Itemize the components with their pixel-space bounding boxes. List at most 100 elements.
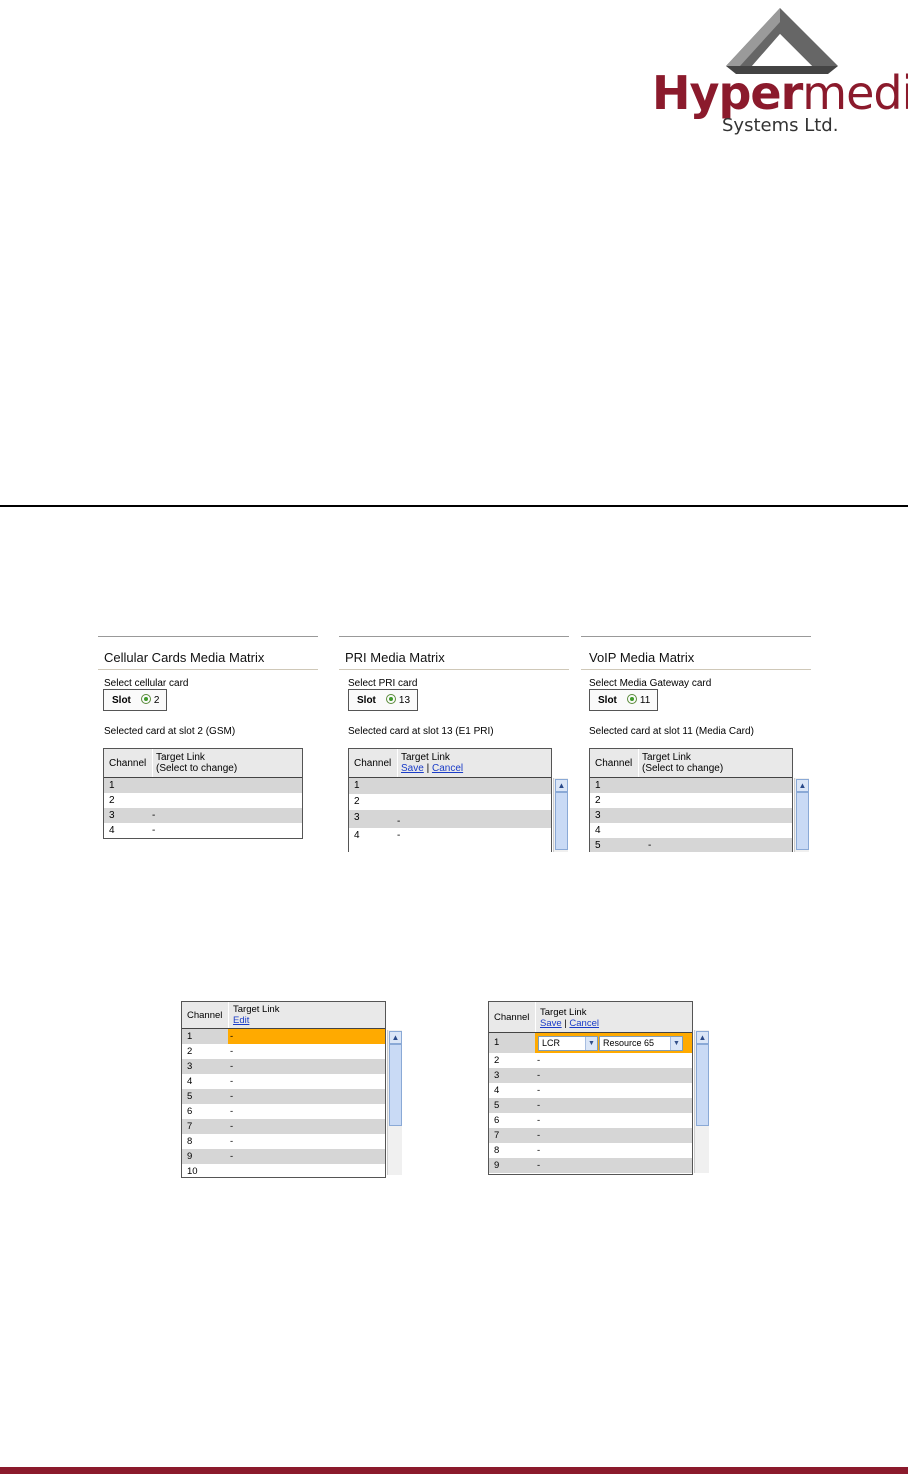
slot-label: Slot [112, 694, 131, 706]
table-header: Channel Target Link (Select to change) [104, 749, 302, 778]
scroll-up-icon[interactable]: ▲ [389, 1031, 402, 1044]
selected-card-text: Selected card at slot 2 (GSM) [104, 726, 236, 737]
table-header: Channel Target Link Edit [182, 1002, 385, 1029]
resource-dropdown[interactable]: Resource 65 ▼ [599, 1036, 683, 1051]
panel-title: PRI Media Matrix [345, 650, 445, 665]
selected-card-text: Selected card at slot 13 (E1 PRI) [348, 726, 494, 737]
radio-icon[interactable] [140, 694, 151, 704]
channel-table: Channel Target Link Save | Cancel 1 2 3- … [348, 748, 552, 852]
table-row[interactable]: 3- [489, 1068, 692, 1083]
col-target: Target Link Edit [233, 1004, 280, 1026]
slot-option[interactable]: 11 [626, 694, 650, 706]
save-link[interactable]: Save [540, 1018, 562, 1029]
scroll-up-icon[interactable]: ▲ [796, 779, 809, 792]
cancel-link[interactable]: Cancel [569, 1018, 599, 1029]
col-target: Target Link (Select to change) [642, 752, 724, 774]
panel-title: VoIP Media Matrix [589, 650, 695, 665]
scrollbar[interactable]: ▲ [387, 1030, 402, 1175]
footer-rule [0, 1467, 908, 1474]
table-header: Channel Target Link Save | Cancel [489, 1002, 692, 1033]
table-row[interactable]: 8- [489, 1143, 692, 1158]
panel-cellular: Cellular Cards Media Matrix Select cellu… [98, 636, 318, 852]
save-link[interactable]: Save [401, 763, 424, 774]
table-row[interactable]: 7- [182, 1119, 385, 1134]
col-target: Target Link Save | Cancel [540, 1007, 599, 1029]
table-row[interactable]: 2 [349, 794, 551, 810]
table-header: Channel Target Link (Select to change) [590, 749, 792, 778]
col-target: Target Link (Select to change) [156, 752, 238, 774]
table-row[interactable]: 1 LCR ▼ Resource 65 ▼ [489, 1033, 692, 1053]
panel-pri: PRI Media Matrix Select PRI card Slot 13… [339, 636, 569, 852]
edit-link[interactable]: Edit [233, 1015, 249, 1026]
scroll-up-icon[interactable]: ▲ [555, 779, 568, 792]
table-row[interactable]: 5- [489, 1098, 692, 1113]
table-row[interactable]: 7- [489, 1128, 692, 1143]
col-channel: Channel [354, 758, 392, 769]
table-row[interactable]: 2- [182, 1044, 385, 1059]
col-channel: Channel [494, 1012, 530, 1023]
slot-selector[interactable]: Slot 11 [589, 689, 659, 711]
channel-table: Channel Target Link (Select to change) 1 … [103, 748, 303, 839]
table-row[interactable]: 3- [349, 810, 551, 828]
table-row[interactable]: 6- [182, 1104, 385, 1119]
link-type-dropdown[interactable]: LCR ▼ [538, 1036, 598, 1051]
table-row[interactable]: 3- [104, 808, 302, 823]
slot-option[interactable]: 2 [140, 694, 159, 706]
scroll-thumb[interactable] [696, 1044, 709, 1126]
slot-selector[interactable]: Slot 13 [348, 689, 419, 711]
chevron-down-icon[interactable]: ▼ [585, 1037, 597, 1050]
scroll-thumb[interactable] [555, 792, 568, 850]
brand-logo-text: Hypermedia [652, 66, 908, 120]
cancel-link[interactable]: Cancel [432, 763, 463, 774]
table-row[interactable]: 10 [182, 1164, 385, 1177]
scrollbar[interactable]: ▲ [553, 778, 568, 852]
panel-title: Cellular Cards Media Matrix [104, 650, 265, 665]
radio-icon[interactable] [626, 694, 637, 704]
table-row[interactable]: 1 [104, 778, 302, 793]
header-rule [0, 505, 908, 507]
table-row[interactable]: 3- [182, 1059, 385, 1074]
scrollbar[interactable]: ▲ [794, 778, 809, 852]
table-row[interactable]: 3 [590, 808, 792, 823]
brand-logo-subtitle: Systems Ltd. [722, 115, 839, 136]
table-row[interactable]: 9- [182, 1149, 385, 1164]
selected-card-text: Selected card at slot 11 (Media Card) [589, 726, 754, 737]
table-row[interactable]: 1- [182, 1029, 385, 1044]
table-row[interactable]: 6- [489, 1113, 692, 1128]
table-row[interactable]: 1 [349, 778, 551, 794]
table-header: Channel Target Link Save | Cancel [349, 749, 551, 778]
table-row[interactable]: 2 [104, 793, 302, 808]
col-channel: Channel [595, 758, 633, 769]
col-channel: Channel [109, 758, 147, 769]
table-row[interactable]: 4- [349, 828, 551, 844]
scroll-thumb[interactable] [796, 792, 809, 850]
table-row[interactable]: 1 [590, 778, 792, 793]
table-row[interactable]: 5- [182, 1089, 385, 1104]
col-channel: Channel [187, 1010, 223, 1021]
edit-channel-table: Channel Target Link Edit 1- 2- 3- 4- 5- 6… [181, 1001, 386, 1178]
table-row[interactable]: 2 [590, 793, 792, 808]
scrollbar[interactable]: ▲ [694, 1030, 709, 1173]
slot-label: Slot [598, 694, 617, 706]
scroll-thumb[interactable] [389, 1044, 402, 1126]
scroll-up-icon[interactable]: ▲ [696, 1031, 709, 1044]
slot-label: Slot [357, 694, 376, 706]
panel-voip: VoIP Media Matrix Select Media Gateway c… [581, 636, 811, 852]
table-row[interactable]: 8- [182, 1134, 385, 1149]
select-label: Select Media Gateway card [589, 678, 712, 689]
slot-selector[interactable]: Slot 2 [103, 689, 168, 711]
table-row[interactable]: 2- [489, 1053, 692, 1068]
table-row[interactable]: 4- [182, 1074, 385, 1089]
table-row[interactable]: 5- [590, 838, 792, 852]
chevron-down-icon[interactable]: ▼ [670, 1037, 682, 1050]
radio-icon[interactable] [385, 694, 396, 704]
table-row[interactable]: 9- [489, 1158, 692, 1173]
slot-option[interactable]: 13 [385, 694, 410, 706]
table-row[interactable]: 4 [590, 823, 792, 838]
save-channel-table: Channel Target Link Save | Cancel 1 LCR ▼ … [488, 1001, 693, 1175]
channel-table: Channel Target Link (Select to change) 1 … [589, 748, 793, 852]
select-label: Select cellular card [104, 678, 189, 689]
col-target: Target Link Save | Cancel [401, 752, 464, 774]
table-row[interactable]: 4- [489, 1083, 692, 1098]
table-row[interactable]: 4- [104, 823, 302, 838]
